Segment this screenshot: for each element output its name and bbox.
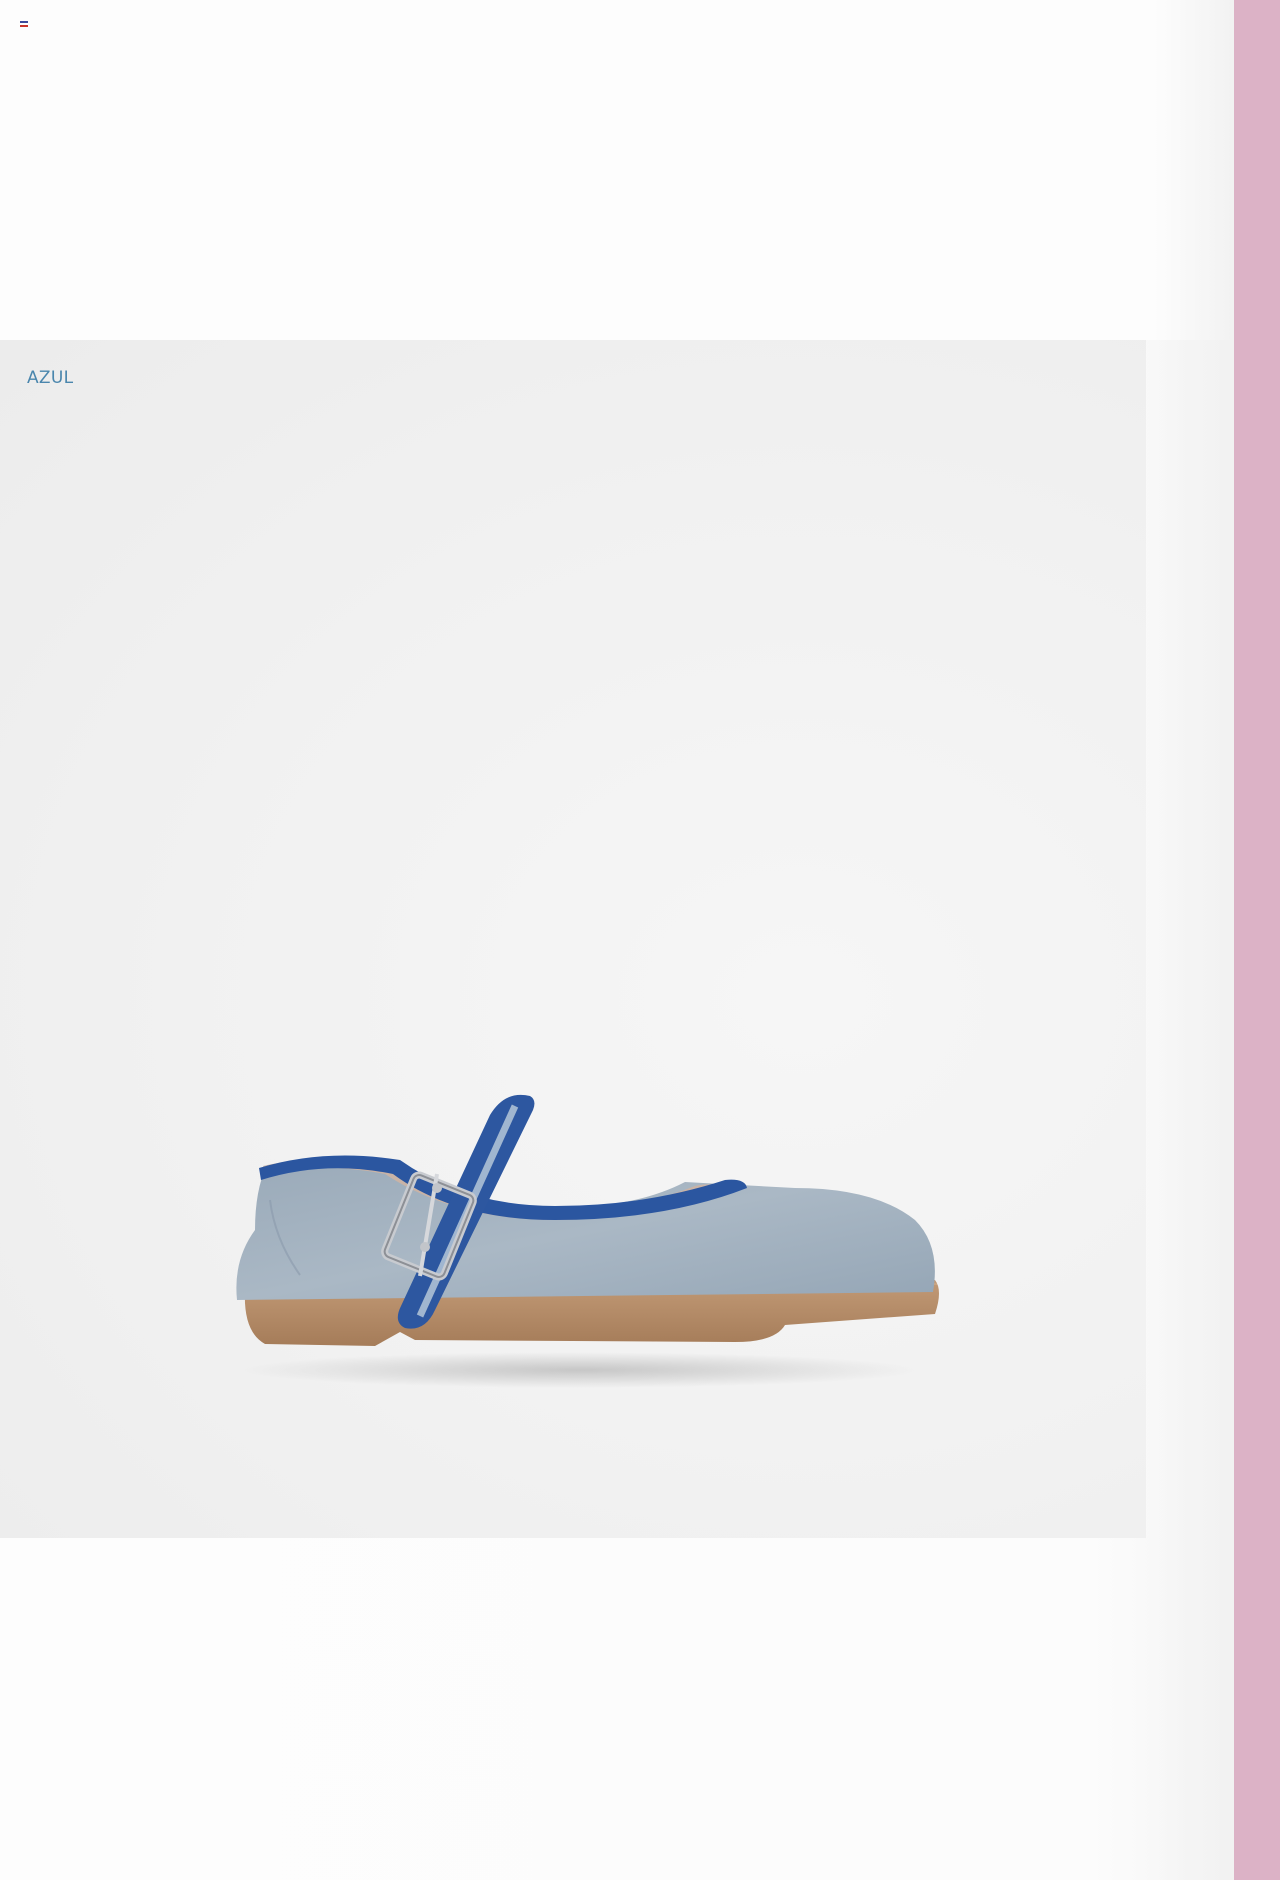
color-label: AZUL: [27, 368, 74, 388]
side-shadow: [1154, 0, 1234, 1880]
top-bar: [0, 0, 1234, 340]
side-stripe: [1234, 0, 1280, 1880]
mary-jane-shoe-image: [236, 1094, 940, 1388]
language-flag-icon[interactable]: [20, 21, 28, 27]
product-card[interactable]: AZUL: [0, 340, 1146, 1538]
page: AZUL: [0, 0, 1280, 1880]
